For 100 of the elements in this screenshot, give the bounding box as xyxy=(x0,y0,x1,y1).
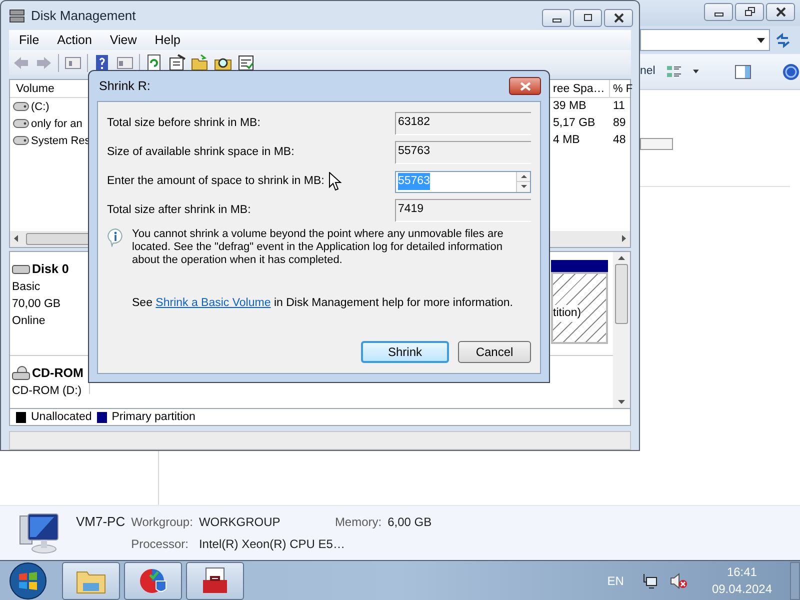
scrollbar-thumb[interactable] xyxy=(615,264,628,324)
close-button[interactable] xyxy=(604,9,633,27)
scrollbar-thumb[interactable] xyxy=(26,232,89,245)
network-icon[interactable] xyxy=(642,572,658,588)
table-cell-text: only for an xyxy=(31,116,82,132)
cd-drive-icon xyxy=(12,366,30,380)
drive-icon xyxy=(13,119,29,128)
start-button[interactable] xyxy=(8,562,48,600)
field-value: Intel(R) Xeon(R) CPU E5… xyxy=(198,536,346,552)
maximize-icon xyxy=(582,13,594,23)
field-label: Processor: xyxy=(131,536,190,552)
table-cell-text: 5,17 GB xyxy=(552,116,596,132)
dialog-button[interactable]: Cancel xyxy=(458,341,531,363)
caret-icon xyxy=(757,38,765,42)
drive-icon xyxy=(13,102,29,112)
minimize-button[interactable] xyxy=(704,3,733,21)
close-button[interactable] xyxy=(509,77,541,95)
computer-name: VM7-PC xyxy=(76,513,126,531)
table-cell-text: 89 xyxy=(612,116,627,132)
volume-muted-icon[interactable] xyxy=(670,572,688,588)
checklist-icon[interactable] xyxy=(237,54,255,72)
folder-icon[interactable] xyxy=(191,54,209,72)
progress-track xyxy=(640,138,673,150)
taskbar-button[interactable] xyxy=(124,562,182,600)
pane-icon[interactable] xyxy=(734,62,752,80)
help-text: See Shrink a Basic Volume in Disk Management help for more information. xyxy=(132,296,514,311)
disk-info: 70,00 GB xyxy=(12,296,62,312)
field-label: Enter the amount of space to shrink in MB: xyxy=(107,174,324,189)
field-value: WORKGROUP xyxy=(198,514,282,531)
menu-item[interactable]: Help xyxy=(154,30,180,50)
toolbox-icon xyxy=(200,566,230,594)
table-cell-text: 39 MB xyxy=(552,99,588,114)
info-text: You cannot shrink a volume beyond the point where any unmovable files are located. See the "defrag" event in the Application log for detailed information about the operation when it has completed. xyxy=(132,228,504,267)
down-arrow-icon xyxy=(520,185,526,188)
left-arrow-icon[interactable] xyxy=(14,235,18,242)
input-value: 55763 xyxy=(398,172,430,190)
drive-icon xyxy=(13,136,29,146)
scrollbar-track[interactable] xyxy=(550,230,630,247)
table-cell-text: 4 MB xyxy=(552,133,581,148)
field-value: 6,00 GB xyxy=(388,514,432,531)
table-cell-text: 48 xyxy=(612,133,627,148)
address-bar[interactable] xyxy=(640,29,770,51)
minimize-button[interactable] xyxy=(542,9,571,27)
menu-item[interactable]: View xyxy=(110,30,137,50)
right-arrow-icon[interactable] xyxy=(622,235,626,242)
close-button[interactable] xyxy=(766,3,795,21)
caret-icon[interactable] xyxy=(693,69,700,74)
up-arrow-icon[interactable] xyxy=(618,256,625,260)
table-cell-text: (C:) xyxy=(31,100,50,115)
disk-info: Basic xyxy=(12,280,42,295)
clock-time: 16:41 xyxy=(726,564,757,580)
legend-label: Primary partition xyxy=(112,410,196,425)
help-link[interactable]: Shrink a Basic Volume xyxy=(156,297,271,309)
column-header[interactable]: % F xyxy=(610,80,630,98)
readonly-field: 63182 xyxy=(395,112,531,135)
restore-button[interactable] xyxy=(735,3,764,21)
scrollbar-track[interactable] xyxy=(10,230,89,247)
menu-item[interactable]: File xyxy=(19,30,40,50)
help-icon[interactable] xyxy=(782,62,800,80)
field-label: Total size before shrink in MB: xyxy=(107,116,260,131)
close-icon xyxy=(612,13,624,23)
taskbar-button[interactable] xyxy=(186,562,244,600)
field-label: Workgroup: xyxy=(131,514,193,531)
vertical-scrollbar[interactable] xyxy=(613,252,630,408)
properties-icon[interactable] xyxy=(168,54,186,72)
dialog-button[interactable]: Shrink xyxy=(361,341,449,363)
menu-item[interactable]: Action xyxy=(57,30,92,50)
taskbar-button[interactable] xyxy=(62,562,120,600)
table-cell-text: 11 xyxy=(612,99,626,114)
spin-buttons[interactable] xyxy=(516,172,530,192)
disk-info: Online xyxy=(12,314,46,330)
up-arrow-icon xyxy=(520,174,526,178)
maximize-button[interactable] xyxy=(573,9,602,27)
column-header[interactable]: Volume xyxy=(10,80,90,98)
close-icon xyxy=(774,7,786,17)
refresh-icon[interactable] xyxy=(145,54,163,72)
clock-date: 09.04.2024 xyxy=(712,580,772,598)
window-title: Disk Management xyxy=(31,6,136,25)
help-icon[interactable] xyxy=(93,54,111,72)
partition-label: tition) xyxy=(553,304,582,322)
info-icon xyxy=(107,228,124,247)
field-label: Total size after shrink in MB: xyxy=(107,202,251,218)
close-icon xyxy=(520,82,530,90)
readonly-field: 7419 xyxy=(395,199,531,222)
cursor-icon xyxy=(329,172,342,192)
partition-header[interactable] xyxy=(551,260,608,272)
dialog-title: Shrink R: xyxy=(99,78,150,95)
pie-chart-icon xyxy=(138,566,168,594)
readonly-field: 55763 xyxy=(395,141,531,164)
app-icon xyxy=(9,8,25,23)
field-label: Memory: xyxy=(334,514,382,531)
refresh-icon[interactable] xyxy=(774,31,792,49)
partition-area[interactable]: tition) xyxy=(551,272,608,344)
legend-label: Unallocated xyxy=(31,410,92,425)
disk-name: Disk 0 xyxy=(32,260,69,278)
down-arrow-icon[interactable] xyxy=(618,400,625,404)
disk-name: CD-ROM xyxy=(32,364,84,382)
restore-icon xyxy=(744,7,756,17)
field-label: Size of available shrink space in MB: xyxy=(107,144,294,160)
toolbar-text: nel xyxy=(640,64,656,79)
